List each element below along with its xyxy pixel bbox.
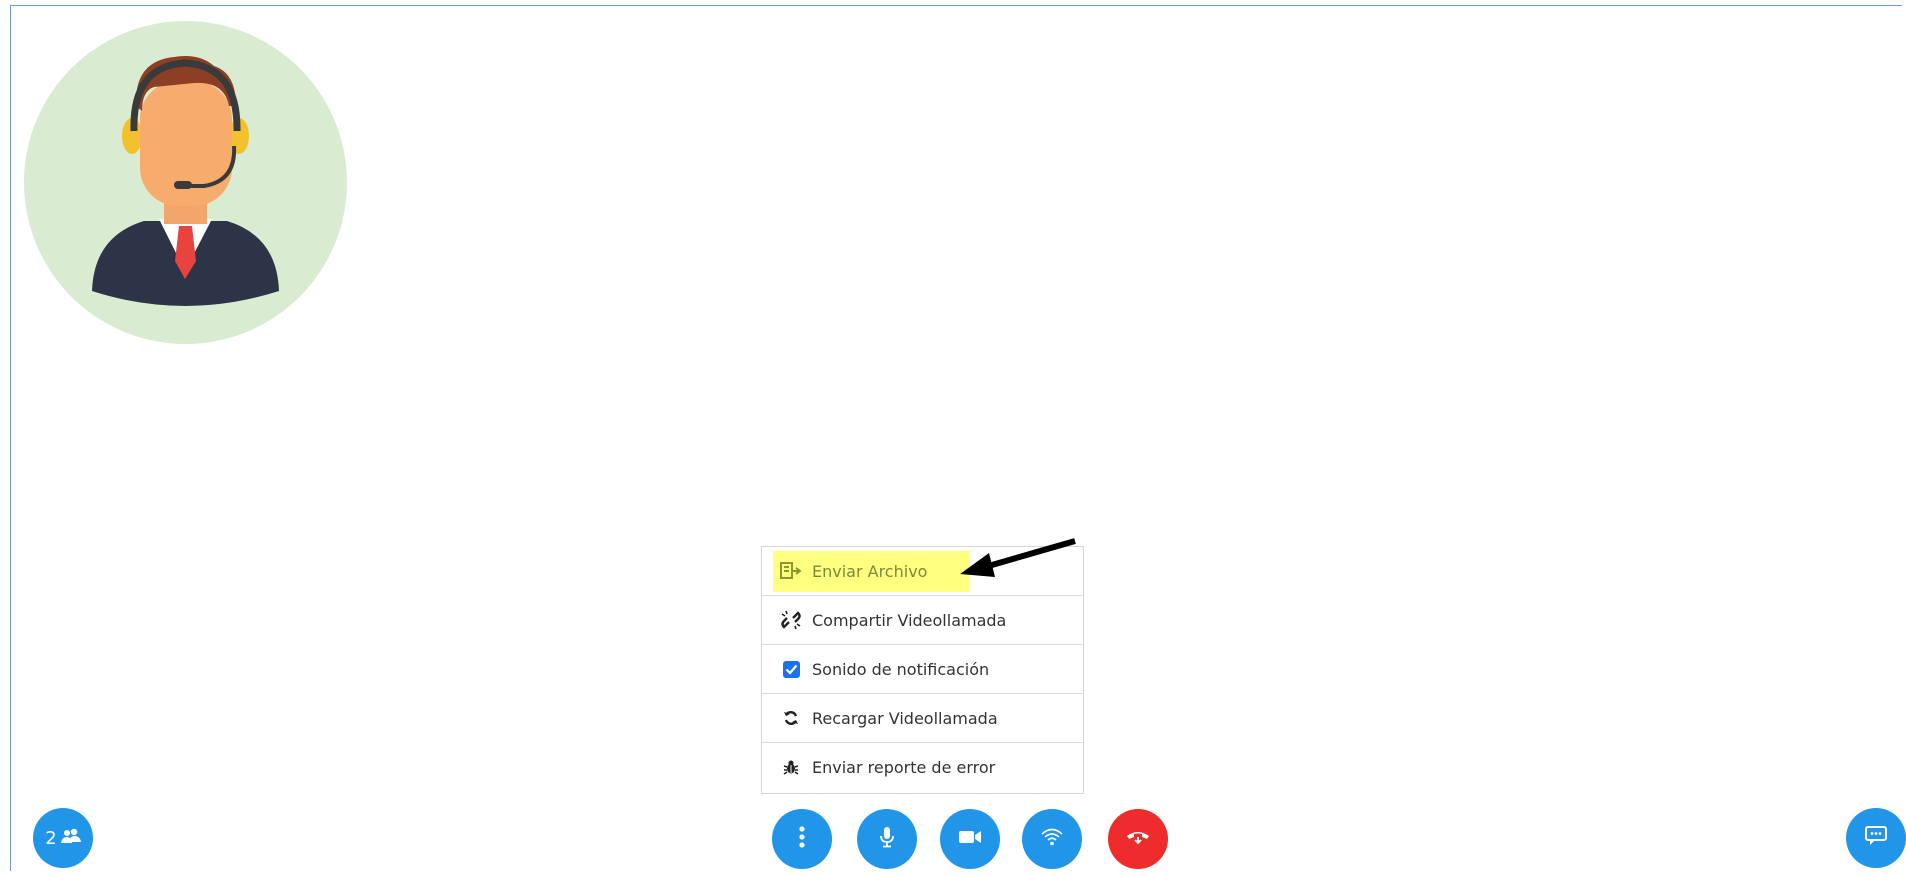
camera-button[interactable] [940,809,1000,869]
phone-hangup-icon [1126,829,1150,849]
chat-button[interactable] [1846,808,1906,868]
menu-item-label: Compartir Videollamada [812,610,1007,630]
agent-avatar-image [24,21,347,344]
microphone-button[interactable] [857,809,917,869]
bug-icon [780,756,802,778]
send-file-icon [780,560,802,582]
chat-icon [1864,825,1888,851]
menu-item-label: Enviar reporte de error [812,757,996,777]
menu-item-label: Recargar Videollamada [812,708,998,728]
annotation-arrow [960,538,1076,577]
menu-item-reload-call[interactable]: Recargar Videollamada [762,694,1083,743]
participants-button[interactable]: 2 [33,808,93,868]
video-camera-icon [958,829,982,849]
participants-count: 2 [45,827,57,849]
more-vertical-icon [799,826,805,852]
connection-quality-button[interactable] [1022,809,1082,869]
hang-up-button[interactable] [1108,809,1168,869]
agent-avatar [24,21,347,344]
menu-item-notification-sound[interactable]: Sonido de notificación [762,645,1083,694]
wifi-signal-icon [1041,827,1063,851]
menu-item-report-error[interactable]: Enviar reporte de error [762,743,1083,791]
menu-item-share-call[interactable]: Compartir Videollamada [762,596,1083,645]
more-options-button[interactable] [772,809,832,869]
checkbox-checked[interactable] [780,658,802,680]
menu-item-label: Enviar Archivo [812,561,928,581]
refresh-icon [780,707,802,729]
users-icon [60,828,81,848]
menu-item-label: Sonido de notificación [812,659,990,679]
link-icon [780,609,802,631]
microphone-icon [879,826,895,852]
